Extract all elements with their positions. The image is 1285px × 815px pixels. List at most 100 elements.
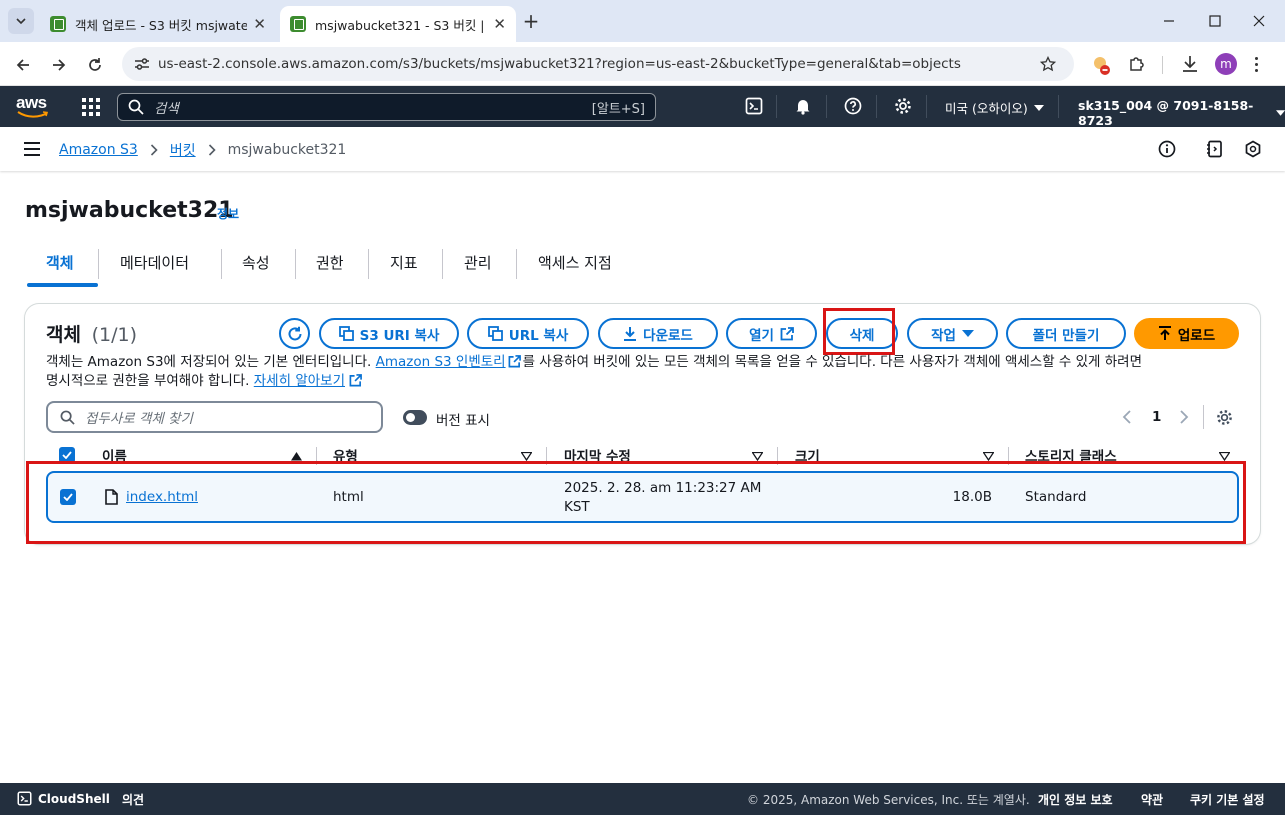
notifications-bell-icon[interactable] bbox=[793, 96, 813, 116]
maximize-button[interactable] bbox=[1198, 8, 1232, 34]
notes-panel-icon[interactable] bbox=[1206, 140, 1224, 158]
sort-icon[interactable] bbox=[752, 452, 763, 461]
feedback-link[interactable]: 의견 bbox=[122, 791, 144, 808]
close-tab-icon[interactable]: ✕ bbox=[493, 15, 506, 33]
aws-search-input[interactable]: 검색 [알트+S] bbox=[117, 93, 656, 121]
help-icon[interactable] bbox=[843, 96, 863, 116]
aws-logo-text: aws bbox=[16, 93, 47, 112]
url-text: us-east-2.console.aws.amazon.com/s3/buck… bbox=[158, 56, 961, 72]
sort-icon[interactable] bbox=[1219, 452, 1230, 461]
downloads-icon[interactable] bbox=[1180, 54, 1200, 74]
open-button[interactable]: 열기 bbox=[726, 318, 817, 349]
external-link-icon bbox=[349, 374, 362, 387]
settings-gear-icon[interactable] bbox=[893, 96, 913, 116]
tab-divider bbox=[442, 249, 443, 279]
address-toolbar: us-east-2.console.aws.amazon.com/s3/buck… bbox=[0, 42, 1285, 86]
next-page-icon[interactable] bbox=[1179, 410, 1189, 424]
tab-divider bbox=[98, 249, 99, 279]
inventory-link[interactable]: Amazon S3 인벤토리 bbox=[376, 354, 506, 370]
create-folder-button[interactable]: 폴더 만들기 bbox=[1006, 318, 1126, 349]
tab-management[interactable]: 관리 bbox=[464, 252, 492, 286]
close-window-button[interactable] bbox=[1242, 8, 1276, 34]
breadcrumb-amazon-s3[interactable]: Amazon S3 bbox=[59, 142, 138, 158]
actions-dropdown-button[interactable]: 작업 bbox=[907, 318, 998, 349]
cloudshell-icon bbox=[17, 791, 32, 806]
search-shortcut: [알트+S] bbox=[591, 101, 645, 117]
sort-icon[interactable] bbox=[521, 452, 532, 461]
copy-icon bbox=[487, 326, 503, 341]
refresh-button[interactable] bbox=[279, 318, 310, 349]
tab-properties[interactable]: 속성 bbox=[242, 252, 270, 286]
back-arrow-icon bbox=[16, 59, 29, 71]
terms-link[interactable]: 약관 bbox=[1141, 791, 1163, 808]
external-link-icon bbox=[508, 355, 521, 368]
copy-s3-uri-label: S3 URI 복사 bbox=[359, 327, 440, 344]
tab-permissions[interactable]: 권한 bbox=[316, 252, 344, 286]
tab-divider bbox=[368, 249, 369, 279]
side-nav-menu-icon[interactable] bbox=[24, 142, 40, 156]
sort-icon[interactable] bbox=[983, 452, 994, 461]
info-panel-icon[interactable] bbox=[1158, 140, 1176, 158]
extensions-puzzle-icon[interactable] bbox=[1127, 54, 1147, 74]
tab-metadata[interactable]: 메타데이터 bbox=[120, 252, 189, 286]
new-tab-button[interactable]: + bbox=[520, 10, 542, 32]
s3-favicon-icon bbox=[290, 16, 306, 32]
download-label: 다운로드 bbox=[643, 327, 693, 344]
cloudshell-button[interactable]: CloudShell bbox=[17, 791, 110, 806]
region-selector[interactable]: 미국 (오하이오) bbox=[945, 98, 1044, 117]
checkmark-icon bbox=[62, 451, 72, 459]
table-preferences-gear-icon[interactable] bbox=[1216, 409, 1233, 426]
upload-button[interactable]: 업로드 bbox=[1134, 318, 1239, 349]
browser-tab-bar: 객체 업로드 - S3 버킷 msjwate ✕ msjwabucket321 … bbox=[0, 0, 1285, 42]
previous-page-icon[interactable] bbox=[1122, 410, 1132, 424]
page-number[interactable]: 1 bbox=[1152, 409, 1161, 425]
active-tab-indicator bbox=[27, 283, 98, 287]
site-settings-icon[interactable] bbox=[134, 57, 150, 71]
bookmark-star-icon[interactable] bbox=[1040, 56, 1056, 72]
tab-access-points[interactable]: 액세스 지점 bbox=[538, 252, 612, 286]
info-link[interactable]: 정보 bbox=[217, 205, 239, 222]
learn-more-link[interactable]: 자세히 알아보기 bbox=[254, 373, 345, 389]
sort-ascending-icon[interactable] bbox=[291, 452, 302, 461]
console-footer: CloudShell 의견 © 2025, Amazon Web Service… bbox=[0, 783, 1285, 815]
copy-url-label: URL 복사 bbox=[508, 327, 569, 344]
close-icon bbox=[1253, 15, 1265, 27]
forward-button[interactable] bbox=[48, 54, 70, 76]
browser-tab-bucket[interactable]: msjwabucket321 - S3 버킷 | S3 ✕ bbox=[280, 6, 516, 42]
tab-list-dropdown-button[interactable] bbox=[8, 8, 34, 34]
copy-s3-uri-button[interactable]: S3 URI 복사 bbox=[319, 318, 459, 349]
minimize-button[interactable] bbox=[1152, 8, 1186, 34]
cloudshell-icon[interactable] bbox=[744, 96, 764, 116]
show-versions-toggle[interactable] bbox=[403, 410, 427, 425]
breadcrumb-buckets[interactable]: 버킷 bbox=[170, 140, 196, 160]
prefix-filter-input[interactable]: 접두사로 객체 찾기 bbox=[46, 401, 383, 433]
breadcrumb-bar: Amazon S3 버킷 msjwabucket321 bbox=[0, 127, 1285, 171]
toolbar-divider bbox=[1162, 56, 1163, 74]
account-menu[interactable]: sk315_004 @ 7091-8158-8723 bbox=[1078, 98, 1285, 128]
tab-objects[interactable]: 객체 bbox=[46, 252, 74, 286]
actions-label: 작업 bbox=[931, 327, 956, 344]
copy-url-button[interactable]: URL 복사 bbox=[467, 318, 589, 349]
reload-button[interactable] bbox=[84, 54, 106, 76]
breadcrumb: Amazon S3 버킷 msjwabucket321 bbox=[59, 140, 346, 160]
assistant-panel-icon[interactable] bbox=[1244, 140, 1262, 158]
extension-blocked-icon[interactable] bbox=[1090, 54, 1112, 76]
url-bar[interactable]: us-east-2.console.aws.amazon.com/s3/buck… bbox=[122, 47, 1074, 81]
tab-title: 객체 업로드 - S3 버킷 msjwate bbox=[75, 17, 248, 33]
description-text: 객체는 Amazon S3에 저장되어 있는 기본 엔터티입니다. bbox=[46, 354, 376, 370]
cookie-preferences-link[interactable]: 쿠키 기본 설정 bbox=[1190, 791, 1265, 808]
back-button[interactable] bbox=[12, 54, 34, 76]
aws-logo[interactable]: aws bbox=[16, 93, 52, 119]
close-tab-icon[interactable]: ✕ bbox=[253, 15, 266, 33]
profile-avatar[interactable]: m bbox=[1215, 53, 1237, 75]
services-grid-icon[interactable] bbox=[82, 98, 100, 116]
download-button[interactable]: 다운로드 bbox=[598, 318, 718, 349]
upload-icon bbox=[1158, 326, 1171, 340]
browser-tab-upload[interactable]: 객체 업로드 - S3 버킷 msjwate ✕ bbox=[40, 6, 276, 42]
caret-down-icon bbox=[961, 330, 974, 337]
account-label: sk315_004 @ 7091-8158-8723 bbox=[1078, 98, 1254, 128]
open-label: 열기 bbox=[749, 327, 774, 344]
browser-menu-icon[interactable] bbox=[1252, 54, 1260, 74]
privacy-link[interactable]: 개인 정보 보호 bbox=[1038, 791, 1113, 808]
tab-metrics[interactable]: 지표 bbox=[390, 252, 418, 286]
